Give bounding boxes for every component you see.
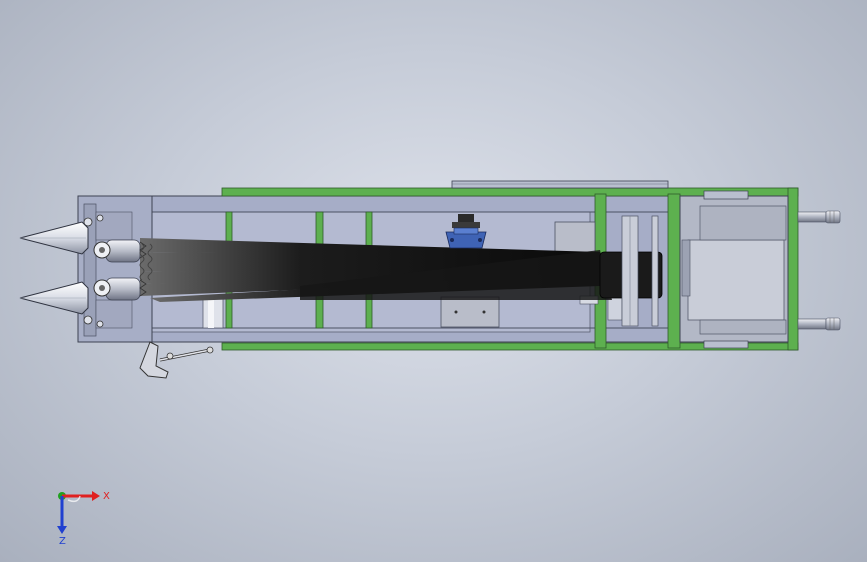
z-axis-label: Z <box>59 536 66 547</box>
machine-assembly[interactable] <box>19 180 841 379</box>
cad-viewport[interactable]: X Z <box>0 0 867 562</box>
linkage-arm <box>139 341 214 379</box>
x-axis-label: X <box>103 491 110 502</box>
divider-cone-bottom <box>19 281 89 315</box>
divider-cone-top <box>19 221 89 255</box>
z-axis-arrow: Z <box>57 496 67 547</box>
side-plate <box>440 296 500 328</box>
rear-hopper <box>679 190 789 349</box>
support-column <box>202 295 224 329</box>
rear-shaft-bottom <box>797 317 841 331</box>
top-rail <box>451 180 669 189</box>
rear-shaft-top <box>797 210 841 224</box>
coordinate-triad: X Z <box>57 491 110 547</box>
